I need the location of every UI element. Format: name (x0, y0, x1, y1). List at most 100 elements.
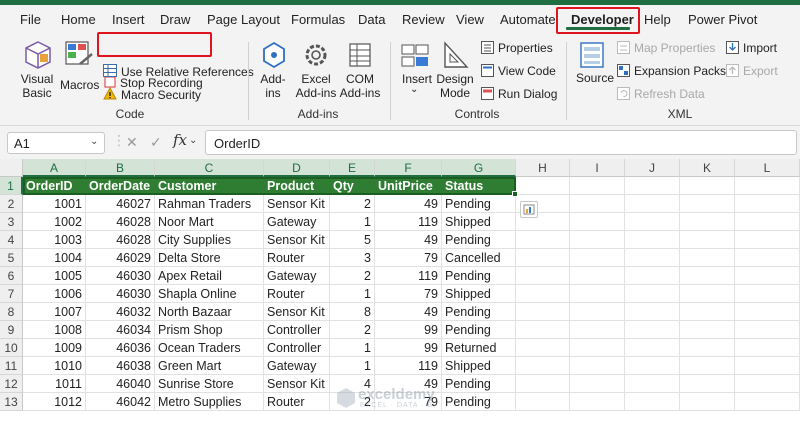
macros-icon[interactable] (64, 40, 94, 73)
empty-cell[interactable] (516, 285, 570, 303)
table-cell[interactable]: Cancelled (442, 249, 516, 267)
empty-cell[interactable] (735, 267, 800, 285)
empty-cell[interactable] (570, 231, 625, 249)
column-header-e[interactable]: E (330, 159, 375, 177)
table-cell[interactable]: 1005 (23, 267, 86, 285)
empty-cell[interactable] (680, 321, 735, 339)
table-cell[interactable]: Pending (442, 231, 516, 249)
quick-analysis-icon[interactable] (520, 201, 538, 218)
empty-cell[interactable] (516, 267, 570, 285)
design-mode-label-2[interactable]: Mode (434, 86, 476, 100)
design-mode-label-1[interactable]: Design (434, 72, 476, 86)
table-cell[interactable]: 5 (330, 231, 375, 249)
empty-cell[interactable] (625, 321, 680, 339)
empty-cell[interactable] (625, 267, 680, 285)
row-header-8[interactable]: 8 (0, 303, 23, 321)
empty-cell[interactable] (570, 393, 625, 411)
empty-cell[interactable] (570, 357, 625, 375)
table-cell[interactable]: Sensor Kit (264, 303, 330, 321)
empty-cell[interactable] (516, 339, 570, 357)
import-label[interactable]: Import (743, 41, 777, 55)
table-cell[interactable]: 119 (375, 213, 442, 231)
table-cell[interactable]: 46034 (86, 321, 155, 339)
table-cell[interactable]: 46029 (86, 249, 155, 267)
xml-source-label[interactable]: Source (576, 71, 614, 85)
table-cell[interactable]: 1006 (23, 285, 86, 303)
empty-cell[interactable] (680, 393, 735, 411)
empty-cell[interactable] (570, 303, 625, 321)
table-cell[interactable]: 46028 (86, 213, 155, 231)
table-cell[interactable]: Pending (442, 375, 516, 393)
excel-addins-gear-icon[interactable] (302, 40, 330, 73)
table-cell[interactable]: Shipped (442, 285, 516, 303)
empty-cell[interactable] (735, 231, 800, 249)
table-cell[interactable]: Router (264, 285, 330, 303)
column-header-j[interactable]: J (625, 159, 680, 177)
insert-function-fx-icon[interactable]: fx (173, 131, 187, 149)
table-cell[interactable]: Sensor Kit (264, 375, 330, 393)
addins-icon[interactable] (260, 40, 288, 73)
tab-draw[interactable]: Draw (160, 12, 190, 27)
formula-input[interactable]: OrderID (205, 130, 797, 155)
table-cell[interactable]: Sensor Kit (264, 195, 330, 213)
column-header-d[interactable]: D (264, 159, 330, 177)
addins-label-2[interactable]: ins (256, 86, 290, 100)
header-cell[interactable]: Product (264, 177, 330, 195)
com-addins-label-1[interactable]: COM (338, 72, 382, 86)
table-cell[interactable]: 46032 (86, 303, 155, 321)
table-cell[interactable]: Pending (442, 321, 516, 339)
design-mode-icon[interactable] (442, 40, 470, 73)
empty-cell[interactable] (680, 303, 735, 321)
select-all-corner[interactable] (0, 159, 23, 177)
table-cell[interactable]: Gateway (264, 267, 330, 285)
tab-insert[interactable]: Insert (112, 12, 145, 27)
xml-source-icon[interactable] (578, 40, 606, 73)
empty-cell[interactable] (680, 375, 735, 393)
empty-cell[interactable] (570, 285, 625, 303)
row-header-3[interactable]: 3 (0, 213, 23, 231)
column-header-b[interactable]: B (86, 159, 155, 177)
empty-cell[interactable] (625, 213, 680, 231)
header-cell[interactable]: UnitPrice (375, 177, 442, 195)
empty-cell[interactable] (516, 231, 570, 249)
expansion-packs-icon[interactable] (617, 64, 630, 80)
row-header-12[interactable]: 12 (0, 375, 23, 393)
empty-cell[interactable] (735, 339, 800, 357)
table-cell[interactable]: 46040 (86, 375, 155, 393)
table-cell[interactable]: 46042 (86, 393, 155, 411)
table-cell[interactable]: 49 (375, 195, 442, 213)
table-cell[interactable]: 3 (330, 249, 375, 267)
chevron-down-icon[interactable]: ⌄ (410, 84, 418, 95)
tab-home[interactable]: Home (61, 12, 96, 27)
table-cell[interactable]: 49 (375, 231, 442, 249)
tab-power-pivot[interactable]: Power Pivot (688, 12, 757, 27)
table-cell[interactable]: 2 (330, 321, 375, 339)
table-cell[interactable]: 8 (330, 303, 375, 321)
table-cell[interactable]: Gateway (264, 357, 330, 375)
empty-cell[interactable] (735, 213, 800, 231)
macro-security-label[interactable]: Macro Security (121, 88, 201, 102)
tab-automate[interactable]: Automate (500, 12, 556, 27)
table-cell[interactable]: 1002 (23, 213, 86, 231)
table-cell[interactable]: 1003 (23, 231, 86, 249)
table-cell[interactable]: 1012 (23, 393, 86, 411)
empty-cell[interactable] (625, 231, 680, 249)
empty-cell[interactable] (625, 249, 680, 267)
row-header-1[interactable]: 1 (0, 177, 23, 195)
properties-icon[interactable] (481, 41, 494, 57)
empty-cell[interactable] (570, 213, 625, 231)
table-cell[interactable]: 1011 (23, 375, 86, 393)
column-header-l[interactable]: L (735, 159, 800, 177)
table-cell[interactable]: Green Mart (155, 357, 264, 375)
cancel-entry-icon[interactable]: ✕ (126, 134, 138, 151)
empty-cell[interactable] (735, 393, 800, 411)
macro-security-icon[interactable] (103, 86, 117, 103)
empty-cell[interactable] (625, 177, 680, 195)
row-header-6[interactable]: 6 (0, 267, 23, 285)
com-addins-label-2[interactable]: Add-ins (338, 86, 382, 100)
empty-cell[interactable] (735, 285, 800, 303)
tab-help[interactable]: Help (644, 12, 671, 27)
table-cell[interactable]: Sunrise Store (155, 375, 264, 393)
row-header-10[interactable]: 10 (0, 339, 23, 357)
table-cell[interactable]: 1009 (23, 339, 86, 357)
